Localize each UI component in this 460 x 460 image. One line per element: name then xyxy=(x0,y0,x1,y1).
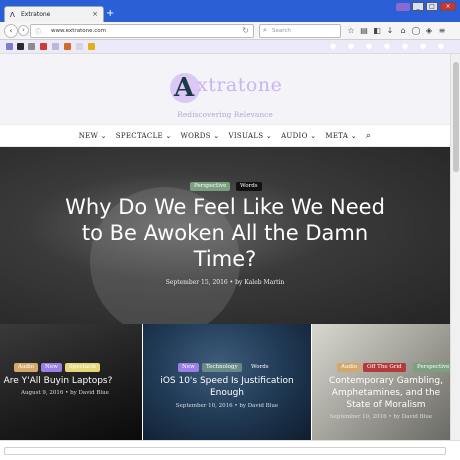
rss-icon[interactable]: ● xyxy=(438,42,444,50)
extratone-favicon-icon: Λ xyxy=(10,11,15,19)
star-icon[interactable]: ☆ xyxy=(346,25,356,37)
chevron-down-icon: ⌄ xyxy=(350,131,357,140)
window-controls: _ □ × xyxy=(412,2,456,11)
status-bar xyxy=(0,440,460,460)
bookmark-icon[interactable] xyxy=(28,43,35,50)
bookmark-icon[interactable] xyxy=(88,43,95,50)
twitter-icon[interactable]: ● xyxy=(330,42,336,50)
badge-audio[interactable]: Audio xyxy=(337,363,362,372)
menu-item-new[interactable]: NEW ⌄ xyxy=(79,132,107,140)
menu-item-audio[interactable]: AUDIO ⌄ xyxy=(281,132,316,140)
badge-new[interactable]: New xyxy=(178,363,199,372)
badge-words[interactable]: Words xyxy=(247,363,273,372)
badge-technology[interactable]: Technology xyxy=(202,363,242,372)
back-button[interactable]: ‹ xyxy=(4,24,18,38)
badge-audio[interactable]: Audio xyxy=(14,363,39,372)
tumblr-icon[interactable]: ● xyxy=(420,42,426,50)
menu-item-spectacle[interactable]: SPECTACLE ⌄ xyxy=(116,132,172,140)
badge-off-the-grid[interactable]: Off The Grid xyxy=(363,363,406,372)
info-icon: ⓘ xyxy=(35,29,42,36)
facebook-icon[interactable]: ● xyxy=(402,42,408,50)
bookmark-icon[interactable] xyxy=(40,43,47,50)
maximize-button[interactable]: □ xyxy=(426,2,438,11)
badge-perspective[interactable]: Perspective xyxy=(190,182,231,191)
home-icon[interactable]: ⌂ xyxy=(398,25,408,37)
site-menu: NEW ⌄ SPECTACLE ⌄ WORDS ⌄ VISUALS ⌄ AUDI… xyxy=(0,124,450,147)
extension-icon[interactable] xyxy=(396,3,410,11)
site-tagline: Rediscovering Relevance xyxy=(177,110,273,119)
browser-navbar: ‹ › ⓘ www.extratone.com ↻ ⌕ Search ☆ ▤ ◧… xyxy=(0,22,460,40)
bookmark-icon[interactable] xyxy=(17,43,24,50)
plus-icon[interactable]: + xyxy=(106,8,114,19)
browser-tab[interactable]: Λ Extratone × xyxy=(4,6,104,22)
menu-item-words[interactable]: WORDS ⌄ xyxy=(181,132,220,140)
menu-item-visuals[interactable]: VISUALS ⌄ xyxy=(228,132,272,140)
bookmarks-bar: ● ● ● ● ● ● ● xyxy=(0,40,460,54)
logo-mark[interactable]: A xyxy=(174,73,194,103)
card-meta: September 10, 2016 • by David Blue xyxy=(175,403,279,409)
badge-words[interactable]: Words xyxy=(236,182,262,191)
vimeo-icon[interactable]: ● xyxy=(366,42,372,50)
window-close-button[interactable]: × xyxy=(440,2,456,11)
reload-icon[interactable]: ↻ xyxy=(242,26,249,35)
forward-button[interactable]: › xyxy=(18,25,29,36)
featured-meta: September 15, 2016 • by Kaleb Martin xyxy=(165,279,285,286)
card-title[interactable]: iOS 10's Speed Is Justification Enough xyxy=(153,375,301,399)
minimize-button[interactable]: _ xyxy=(412,2,424,11)
library-icon[interactable]: ▤ xyxy=(359,25,369,37)
card-title[interactable]: Contemporary Gambling, Amphetamines, and… xyxy=(322,375,450,411)
bookmark-icon[interactable] xyxy=(76,43,83,50)
lock-icon[interactable]: ◧ xyxy=(372,25,382,37)
menu-label: NEW xyxy=(78,131,99,140)
card-meta: August 9, 2016 • by David Blue xyxy=(21,390,109,396)
logo-text[interactable]: xtratone xyxy=(197,74,282,96)
page-scrollbar[interactable] xyxy=(450,54,460,440)
chevron-down-icon: ⌄ xyxy=(213,131,220,140)
badge-spectacle[interactable]: Spectacle xyxy=(65,363,101,372)
instagram-icon[interactable]: ● xyxy=(384,42,390,50)
chevron-down-icon: ⌄ xyxy=(310,131,317,140)
badge-perspective[interactable]: Perspective xyxy=(413,363,454,372)
chevron-down-icon: ⌄ xyxy=(100,131,107,140)
menu-label: META xyxy=(325,131,349,140)
search-placeholder: Search xyxy=(272,28,291,34)
download-icon[interactable]: ↓ xyxy=(385,25,395,37)
menu-icon[interactable]: ≡ xyxy=(437,25,447,37)
bookmark-icon[interactable] xyxy=(6,43,13,50)
toolbar-icons: ☆ ▤ ◧ ↓ ⌂ ◯ ◈ ≡ xyxy=(346,25,447,37)
shield-icon[interactable]: ◈ xyxy=(424,25,434,37)
chevron-down-icon: ⌄ xyxy=(265,131,273,140)
menu-label: VISUALS xyxy=(228,131,264,140)
featured-title[interactable]: Why Do We Feel Like We Need to Be Awoken… xyxy=(55,194,395,272)
scrollbar-thumb[interactable] xyxy=(453,62,459,172)
url-text: www.extratone.com xyxy=(51,28,106,34)
url-bar[interactable]: ⓘ www.extratone.com ↻ xyxy=(30,24,254,38)
bookmark-icon[interactable] xyxy=(64,43,71,50)
site-search-icon[interactable]: ⌕ xyxy=(366,131,371,141)
search-input[interactable]: ⌕ Search xyxy=(259,24,341,38)
badge-new[interactable]: New xyxy=(41,363,62,372)
menu-label: WORDS xyxy=(180,131,211,140)
menu-label: SPECTACLE xyxy=(115,131,163,140)
chevron-down-icon: ⌄ xyxy=(165,131,172,140)
menu-item-meta[interactable]: META ⌄ xyxy=(325,132,357,140)
menu-label: AUDIO xyxy=(281,131,308,140)
search-icon: ⌕ xyxy=(263,26,267,34)
status-line xyxy=(4,447,446,455)
chat-icon[interactable]: ◯ xyxy=(411,25,421,37)
youtube-icon[interactable]: ● xyxy=(348,42,354,50)
card-title[interactable]: Are Y'All Buyin Laptops? xyxy=(2,375,114,387)
browser-titlebar: Λ Extratone × + _ □ × xyxy=(0,0,460,22)
close-icon[interactable]: × xyxy=(92,10,98,18)
tab-title: Extratone xyxy=(21,11,51,18)
bookmark-icon[interactable] xyxy=(52,43,59,50)
card-meta: September 10, 2016 • by David Blue xyxy=(329,414,433,420)
